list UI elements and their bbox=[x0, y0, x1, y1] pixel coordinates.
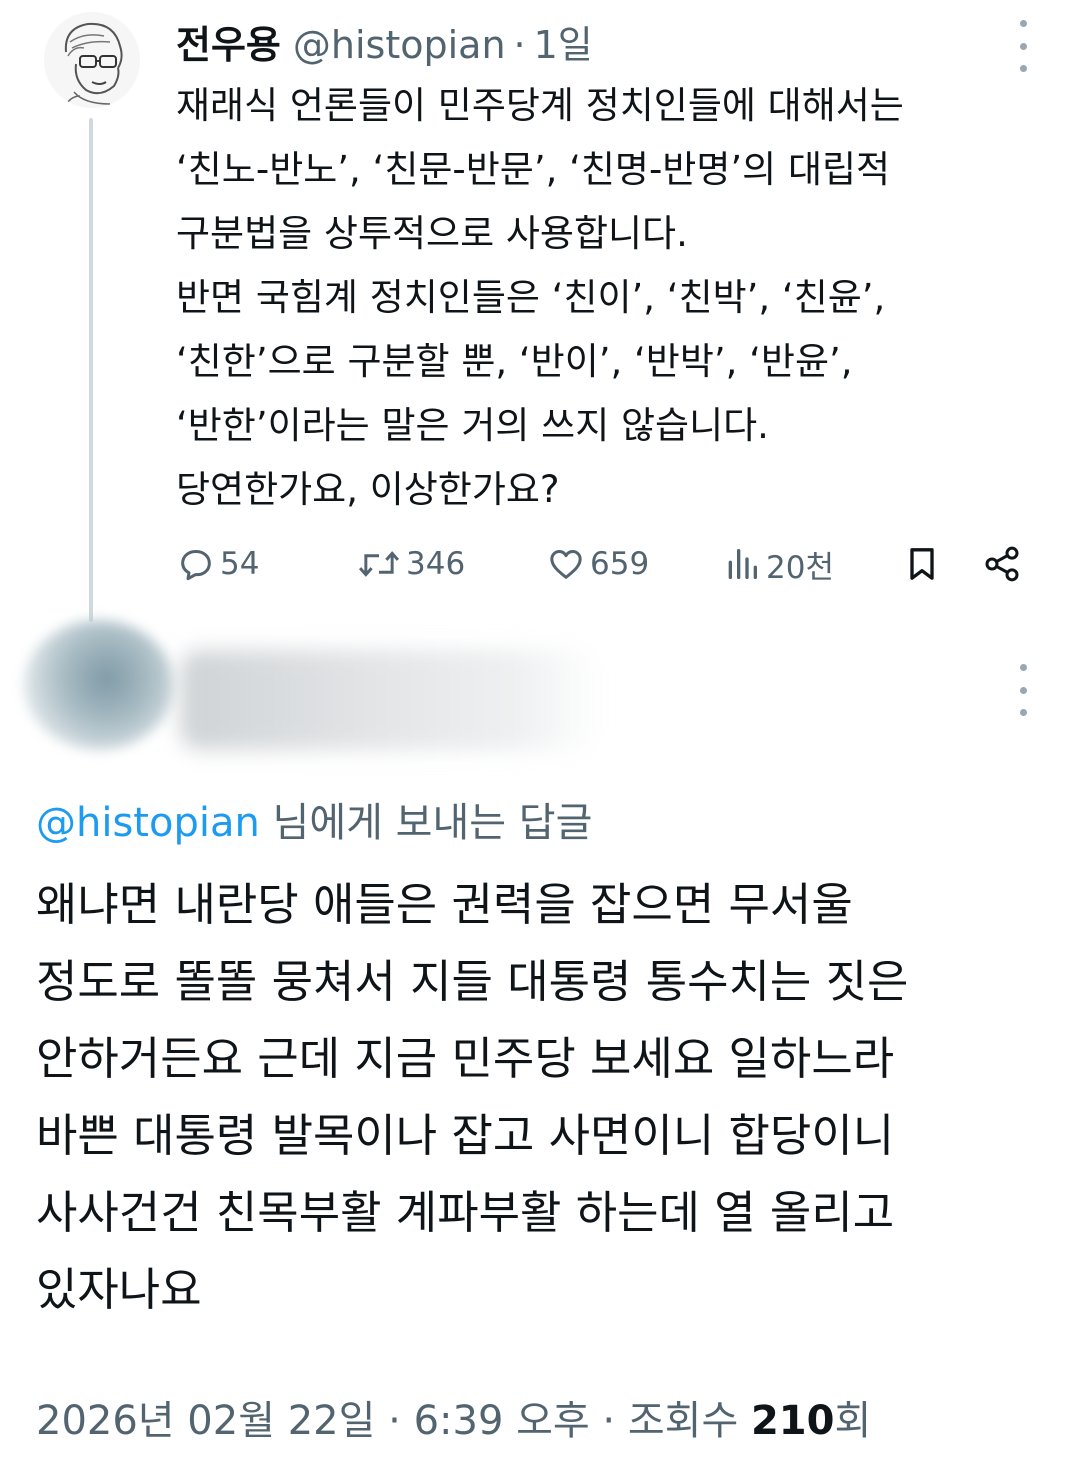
views-count: 20천 bbox=[766, 549, 834, 586]
blurred-avatar[interactable] bbox=[24, 620, 174, 750]
reply-text-line: 바쁜 대통령 발목이나 잡고 사면이니 합당이니 bbox=[36, 1109, 895, 1162]
replying-to-suffix: 님에게 보내는 답글 bbox=[259, 800, 593, 846]
like-count: 659 bbox=[590, 546, 650, 582]
views-button[interactable]: 20천 bbox=[722, 540, 834, 588]
tweet-header: 전우용 @histopian · 1일 bbox=[176, 14, 593, 67]
reply-count: 54 bbox=[220, 546, 260, 582]
reply-text-line: 사사건건 친목부활 계파부활 하는데 열 올리고 bbox=[36, 1186, 895, 1239]
tweet-text-line: ‘친한’으로 구분할 뿐, ‘반이’, ‘반박’, ‘반윤’, bbox=[176, 340, 853, 383]
tweet-text: 재래식 언론들이 민주당계 정치인들에 대해서는 ‘친노-반노’, ‘친문-반문… bbox=[176, 74, 1056, 522]
reply-views-suffix: 회 bbox=[834, 1398, 872, 1444]
share-button[interactable] bbox=[982, 540, 1022, 588]
reply-button[interactable]: 54 bbox=[176, 540, 259, 588]
replying-to: @histopian 님에게 보내는 답글 bbox=[36, 790, 592, 848]
reply-view-count: 210 bbox=[750, 1398, 835, 1444]
tweet-time-ago[interactable]: 1일 bbox=[534, 14, 593, 69]
reply-text-line: 왜냐면 내란당 애들은 권력을 잡으면 무서울 bbox=[36, 878, 853, 931]
reply-metadata: 2026년 02월 22일 · 6:39 오후 · 조회수 210회 bbox=[36, 1388, 871, 1446]
repost-count: 346 bbox=[406, 546, 466, 582]
reply-text: 왜냐면 내란당 애들은 권력을 잡으면 무서울 정도로 똘똘 뭉쳐서 지들 대통… bbox=[36, 866, 1056, 1328]
blurred-username bbox=[180, 650, 600, 750]
bookmark-button[interactable] bbox=[902, 540, 942, 588]
author-handle[interactable]: @histopian bbox=[293, 23, 506, 67]
reply-icon bbox=[181, 550, 211, 581]
tweet-text-line: ‘반한’이라는 말은 거의 쓰지 않습니다. bbox=[176, 404, 769, 447]
repost-button[interactable]: 346 bbox=[356, 540, 465, 588]
repost-icon bbox=[358, 551, 400, 577]
reply-text-line: 있자나요 bbox=[36, 1263, 202, 1316]
header-separator: · bbox=[513, 23, 526, 67]
author-avatar[interactable] bbox=[44, 12, 140, 108]
like-icon bbox=[550, 550, 582, 579]
reply-text-line: 안하거든요 근데 지금 민주당 보세요 일하느라 bbox=[36, 1032, 895, 1085]
reply-timestamp[interactable]: 2026년 02월 22일 · 6:39 오후 · 조회수 bbox=[36, 1398, 751, 1444]
share-icon bbox=[985, 546, 1019, 582]
tweet-text-line: ‘친노-반노’, ‘친문-반문’, ‘친명-반명’의 대립적 bbox=[176, 148, 891, 191]
tweet-text-line: 구분법을 상투적으로 사용합니다. bbox=[176, 212, 688, 255]
reply-text-line: 정도로 똘똘 뭉쳐서 지들 대통령 통수치는 짓은 bbox=[36, 955, 909, 1008]
tweet-action-bar: 54 346 659 20천 bbox=[176, 540, 1056, 588]
author-name[interactable]: 전우용 bbox=[176, 14, 281, 69]
author-portrait-sketch bbox=[44, 12, 140, 108]
replying-to-mention[interactable]: @histopian bbox=[36, 800, 260, 846]
more-icon[interactable] bbox=[1008, 664, 1038, 716]
more-icon[interactable] bbox=[1008, 20, 1038, 72]
thread-connector-line bbox=[89, 118, 93, 622]
tweet-text-line: 재래식 언론들이 민주당계 정치인들에 대해서는 bbox=[176, 84, 904, 127]
like-button[interactable]: 659 bbox=[546, 540, 649, 588]
tweet-text-line: 반면 국힘계 정치인들은 ‘친이’, ‘친박’, ‘친윤’, bbox=[176, 276, 886, 319]
tweet-text-line: 당연한가요, 이상한가요? bbox=[176, 468, 560, 511]
views-icon bbox=[728, 549, 757, 579]
bookmark-icon bbox=[910, 548, 934, 580]
